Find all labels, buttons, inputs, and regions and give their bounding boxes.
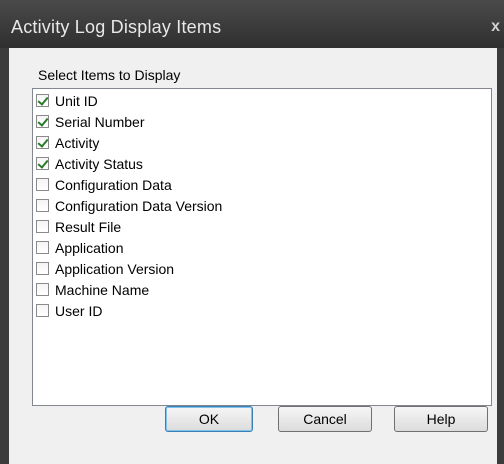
dialog-title: Activity Log Display Items bbox=[11, 17, 222, 37]
close-icon[interactable]: x bbox=[491, 18, 500, 36]
list-item-user-id[interactable]: User ID bbox=[36, 300, 102, 321]
item-label: Result File bbox=[55, 218, 122, 235]
title-bar[interactable]: Activity Log Display Items x bbox=[0, 0, 504, 48]
result-file-checkbox[interactable] bbox=[36, 220, 49, 233]
list-item-result-file[interactable]: Result File bbox=[36, 216, 121, 237]
dialog-client: Select Items to Display Unit ID Serial N… bbox=[9, 48, 497, 464]
activity-status-checkbox[interactable] bbox=[36, 157, 49, 170]
ok-button[interactable]: OK bbox=[165, 406, 253, 432]
unit-id-checkbox[interactable] bbox=[36, 94, 49, 107]
user-id-checkbox[interactable] bbox=[36, 304, 49, 317]
configuration-data-version-checkbox[interactable] bbox=[36, 199, 49, 212]
dialog-window: Activity Log Display Items x Select Item… bbox=[0, 0, 504, 464]
item-label: Application Version bbox=[55, 260, 175, 277]
machine-name-checkbox[interactable] bbox=[36, 283, 49, 296]
help-button[interactable]: Help bbox=[394, 406, 488, 432]
list-item-activity[interactable]: Activity bbox=[36, 132, 99, 153]
list-item-machine-name[interactable]: Machine Name bbox=[36, 279, 149, 300]
list-item-application-version[interactable]: Application Version bbox=[36, 258, 174, 279]
item-label: Serial Number bbox=[55, 113, 145, 130]
application-version-checkbox[interactable] bbox=[36, 262, 49, 275]
activity-checkbox[interactable] bbox=[36, 136, 49, 149]
serial-number-checkbox[interactable] bbox=[36, 115, 49, 128]
item-label: User ID bbox=[55, 302, 103, 319]
list-item-serial-number[interactable]: Serial Number bbox=[36, 111, 144, 132]
item-label: Unit ID bbox=[55, 92, 98, 109]
list-item-application[interactable]: Application bbox=[36, 237, 124, 258]
configuration-data-checkbox[interactable] bbox=[36, 178, 49, 191]
list-item-unit-id[interactable]: Unit ID bbox=[36, 90, 98, 111]
application-checkbox[interactable] bbox=[36, 241, 49, 254]
cancel-button[interactable]: Cancel bbox=[278, 406, 372, 432]
item-label: Configuration Data Version bbox=[55, 197, 223, 214]
item-label: Machine Name bbox=[55, 281, 150, 298]
item-label: Application bbox=[55, 239, 124, 256]
list-item-activity-status[interactable]: Activity Status bbox=[36, 153, 143, 174]
list-item-configuration-data-version[interactable]: Configuration Data Version bbox=[36, 195, 222, 216]
item-label: Activity Status bbox=[55, 155, 143, 172]
select-items-label: Select Items to Display bbox=[38, 67, 181, 83]
items-listbox[interactable]: Unit ID Serial Number Activity Activity … bbox=[32, 88, 492, 406]
list-item-configuration-data[interactable]: Configuration Data bbox=[36, 174, 172, 195]
item-label: Configuration Data bbox=[55, 176, 172, 193]
item-label: Activity bbox=[55, 134, 100, 151]
